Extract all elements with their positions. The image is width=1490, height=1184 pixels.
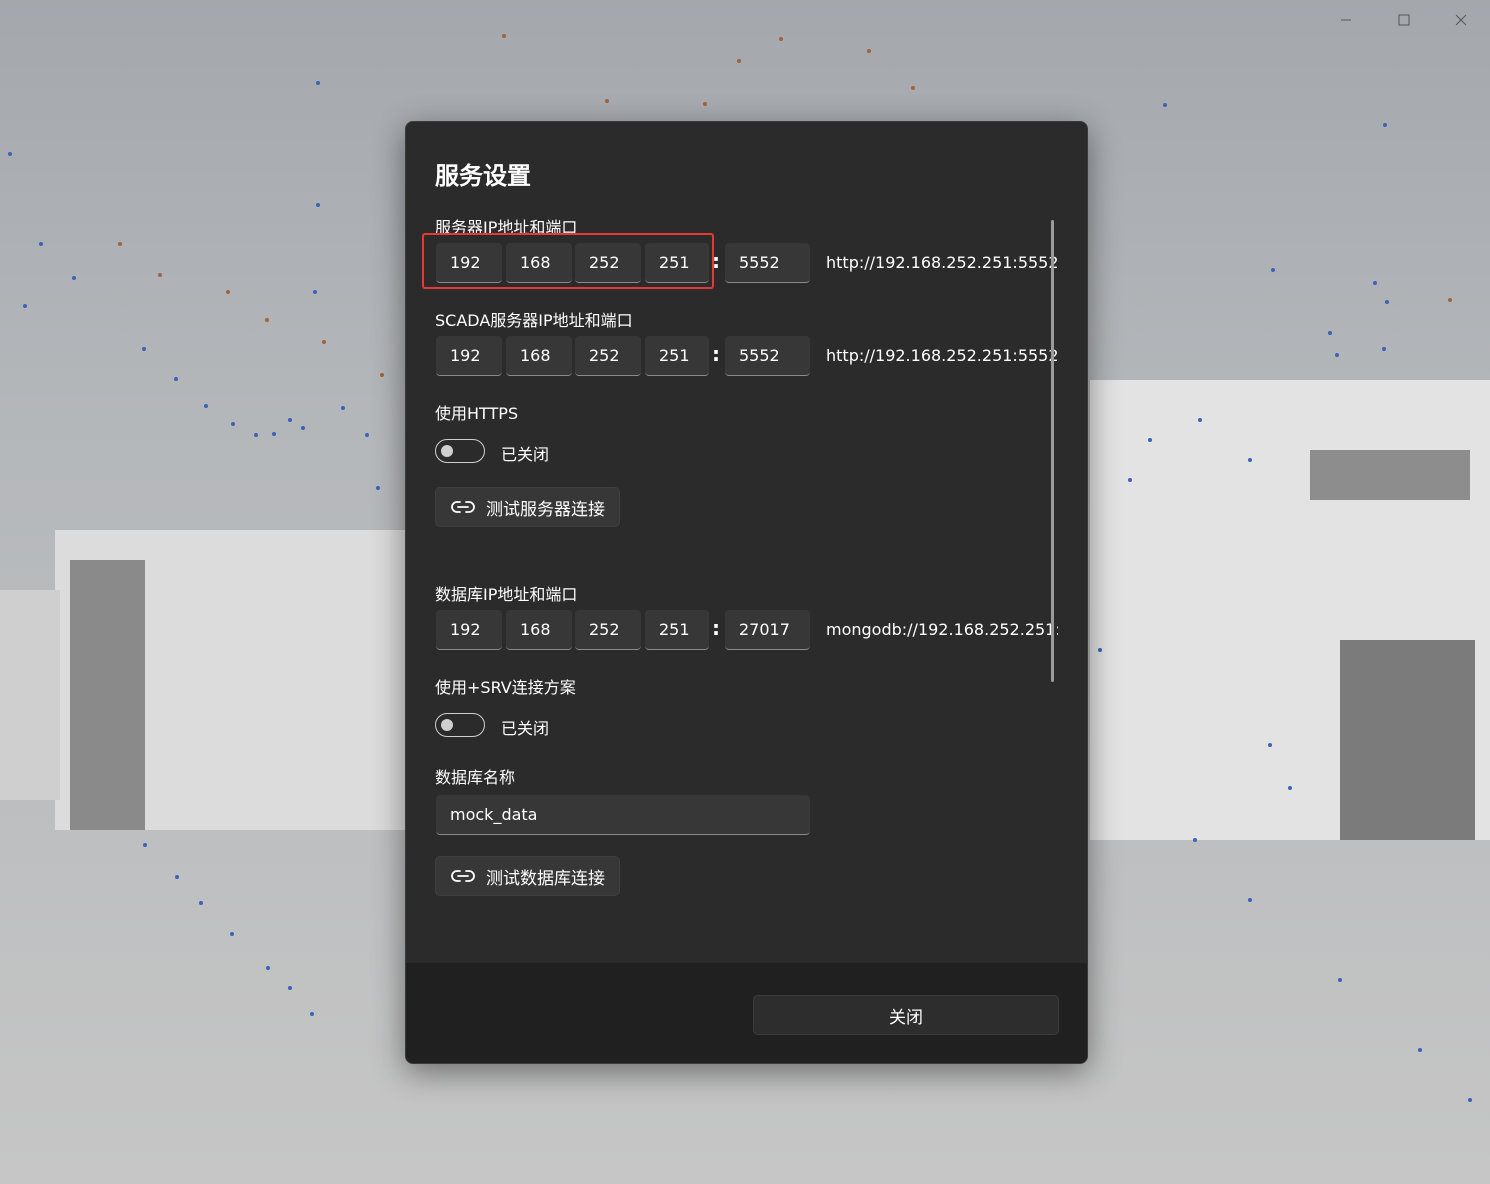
database-ip-label: 数据库IP地址和端口 — [435, 585, 578, 604]
scada-ip-octet-1[interactable]: 192 — [436, 336, 502, 376]
server-url: http://192.168.252.251:5552 — [826, 253, 1059, 272]
database-ip-octet-2[interactable]: 168 — [506, 610, 572, 650]
scada-url: http://192.168.252.251:5552 — [826, 346, 1059, 365]
database-name-label: 数据库名称 — [435, 768, 516, 787]
database-ip-octet-4[interactable]: 251 — [645, 610, 709, 650]
link-icon — [450, 868, 476, 884]
scada-ip-octet-4[interactable]: 251 — [645, 336, 709, 376]
srv-toggle[interactable] — [435, 713, 485, 737]
database-ip-octet-3[interactable]: 252 — [575, 610, 641, 650]
srv-label: 使用+SRV连接方案 — [435, 678, 576, 697]
minimize-icon[interactable] — [1330, 8, 1362, 32]
close-button[interactable]: 关闭 — [753, 995, 1059, 1035]
scada-ip-octet-2[interactable]: 168 — [506, 336, 572, 376]
maximize-icon[interactable] — [1388, 8, 1420, 32]
test-server-connection-button[interactable]: 测试服务器连接 — [435, 487, 620, 527]
server-port-input[interactable]: 5552 — [725, 243, 810, 283]
database-port-separator: : — [712, 616, 720, 640]
scada-ip-label: SCADA服务器IP地址和端口 — [435, 311, 633, 330]
https-toggle[interactable] — [435, 439, 485, 463]
scada-port-separator: : — [712, 342, 720, 366]
https-toggle-knob — [441, 445, 453, 457]
link-icon — [450, 499, 476, 515]
close-icon[interactable] — [1445, 8, 1477, 32]
https-label: 使用HTTPS — [435, 404, 519, 423]
scada-port-input[interactable]: 5552 — [725, 336, 810, 376]
database-url: mongodb://192.168.252.251:2 — [826, 620, 1058, 639]
test-database-connection-label: 测试数据库连接 — [486, 868, 605, 889]
test-database-connection-button[interactable]: 测试数据库连接 — [435, 856, 620, 896]
scada-ip-octet-3[interactable]: 252 — [575, 336, 641, 376]
dialog-scrollbar[interactable] — [1051, 220, 1054, 682]
https-toggle-state: 已关闭 — [501, 445, 550, 464]
database-name-input[interactable]: mock_data — [436, 795, 810, 835]
srv-toggle-state: 已关闭 — [501, 719, 550, 738]
database-port-input[interactable]: 27017 — [725, 610, 810, 650]
dialog-title: 服务设置 — [435, 162, 531, 190]
dialog-footer: 关闭 — [406, 963, 1087, 1063]
database-ip-octet-1[interactable]: 192 — [436, 610, 502, 650]
srv-toggle-knob — [441, 719, 453, 731]
server-ip-highlight — [422, 233, 714, 289]
test-server-connection-label: 测试服务器连接 — [486, 499, 605, 520]
